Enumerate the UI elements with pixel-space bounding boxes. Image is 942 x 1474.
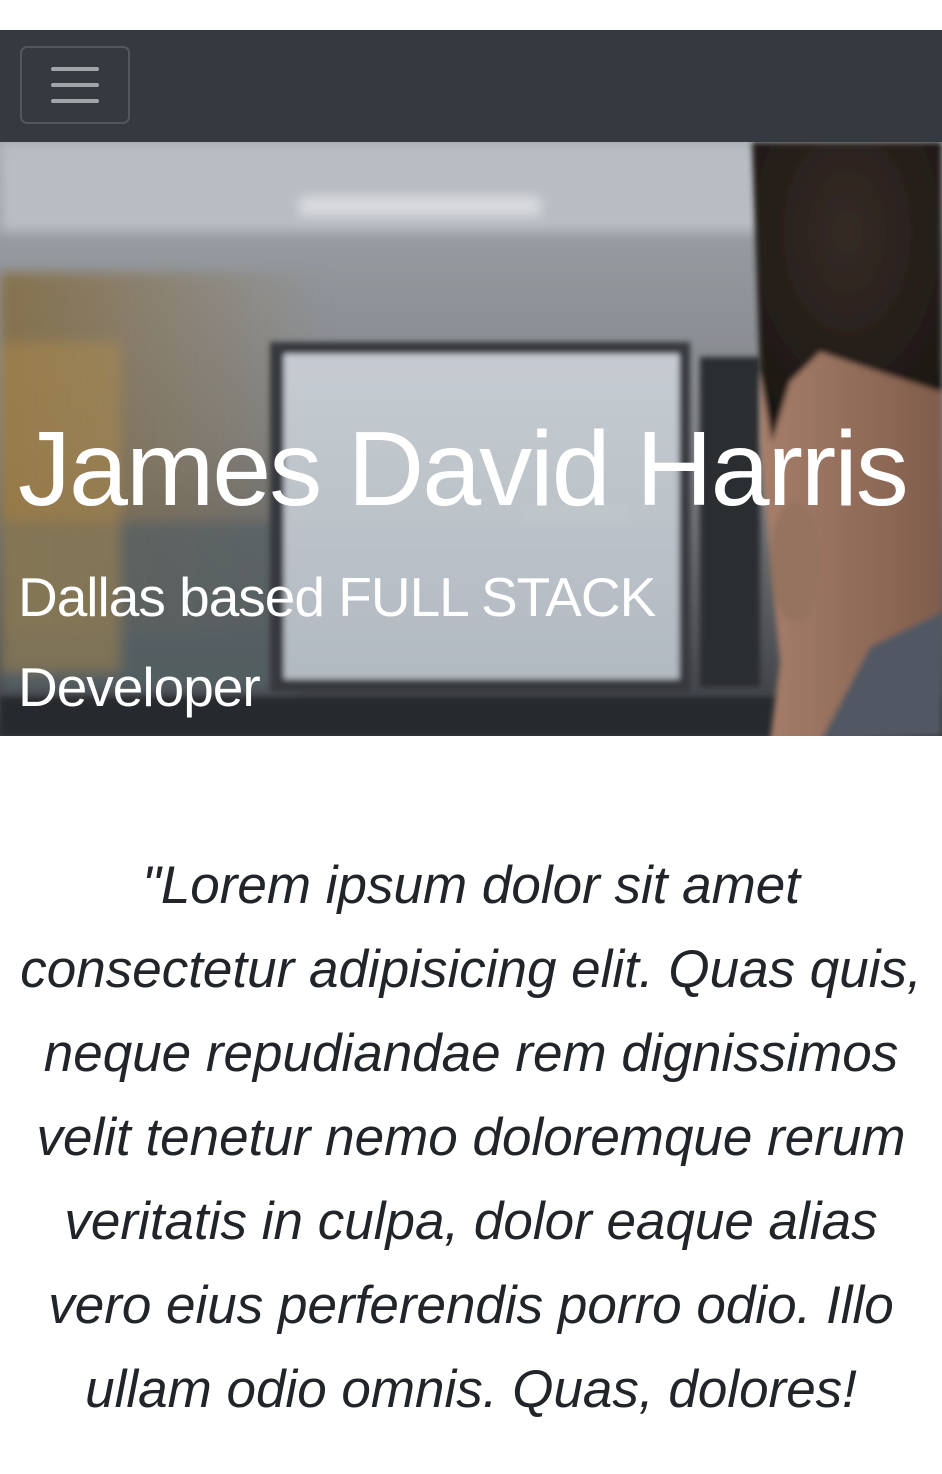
hero-section: James David Harris Dallas based FULL STA… — [0, 142, 942, 736]
quote-text: "Lorem ipsum dolor sit amet consectetur … — [20, 856, 922, 1419]
hero-name-heading: James David Harris — [18, 410, 909, 528]
hero-tagline: Dallas based FULL STACK Developer — [18, 566, 656, 718]
quote-section: "Lorem ipsum dolor sit amet consectetur … — [0, 736, 942, 1432]
hamburger-menu-icon-bar — [51, 83, 99, 87]
navbar-toggle-button[interactable] — [20, 46, 130, 124]
navbar — [0, 30, 942, 142]
top-strip — [0, 0, 942, 30]
hamburger-menu-icon-bar — [51, 99, 99, 103]
hamburger-menu-icon — [51, 67, 99, 71]
